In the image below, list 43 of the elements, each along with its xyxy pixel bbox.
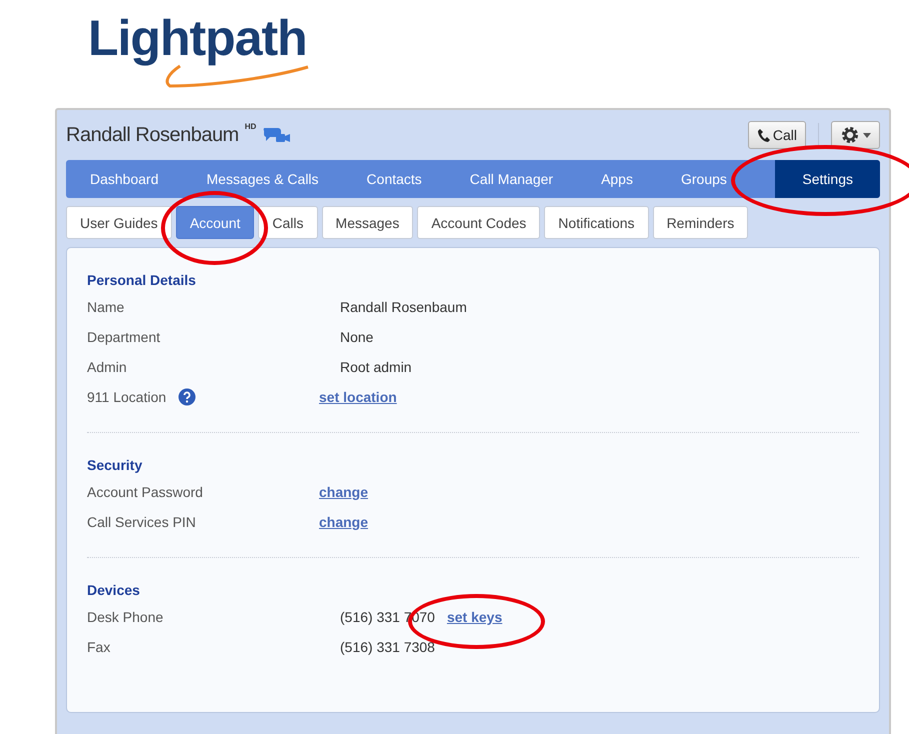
section-title: Security — [87, 457, 144, 473]
help-icon[interactable] — [178, 388, 196, 406]
sub-tab[interactable]: Account — [176, 206, 254, 239]
field-value: (516) 331 7308 — [339, 639, 435, 655]
nav-tab[interactable]: Contacts — [342, 160, 446, 198]
settings-menu-button[interactable] — [831, 121, 880, 149]
field-value: None — [339, 329, 374, 345]
field-label: Fax — [87, 639, 110, 655]
nav-tab[interactable]: Settings — [775, 160, 880, 198]
video-chat-icon — [262, 126, 292, 144]
action-link[interactable]: change — [319, 484, 368, 500]
field-label: Name — [87, 299, 124, 315]
field-label: 911 Location — [87, 389, 166, 405]
field-label: Desk Phone — [87, 609, 164, 625]
sub-tab[interactable]: Notifications — [544, 206, 649, 239]
action-link[interactable]: change — [319, 514, 368, 530]
section-title: Devices — [87, 582, 141, 598]
nav-tab[interactable]: Messages & Calls — [182, 160, 343, 198]
caret-icon — [863, 132, 871, 138]
field-label: Admin — [87, 359, 127, 375]
phone-icon — [756, 128, 770, 142]
nav-tab[interactable]: Call Manager — [446, 160, 578, 198]
field-label: Account Password — [87, 484, 203, 500]
hd-label: HD — [244, 122, 256, 131]
sub-tab[interactable]: Reminders — [652, 206, 748, 239]
user-name: Randall Rosenbaum — [66, 124, 239, 146]
action-link[interactable]: set keys — [446, 609, 502, 625]
section-title: Personal Details — [87, 272, 197, 288]
nav-tab[interactable]: Apps — [577, 160, 657, 198]
field-value: Randall Rosenbaum — [339, 299, 467, 315]
settings-icon — [840, 125, 860, 145]
sub-tab[interactable]: Calls — [258, 206, 318, 239]
field-label: Call Services PIN — [87, 514, 196, 530]
field-value: Root admin — [339, 359, 412, 375]
call-button[interactable]: Call — [748, 121, 806, 149]
nav-tab[interactable]: Groups — [656, 160, 751, 198]
nav-tab[interactable]: Dashboard — [66, 160, 182, 198]
sub-tab[interactable]: Account Codes — [417, 206, 540, 239]
field-label: Department — [87, 329, 160, 345]
sub-tab[interactable]: User Guides — [66, 206, 172, 239]
logo-text: Lightpath — [88, 12, 307, 64]
sub-tab[interactable]: Messages — [322, 206, 414, 239]
action-link[interactable]: set location — [319, 389, 397, 405]
